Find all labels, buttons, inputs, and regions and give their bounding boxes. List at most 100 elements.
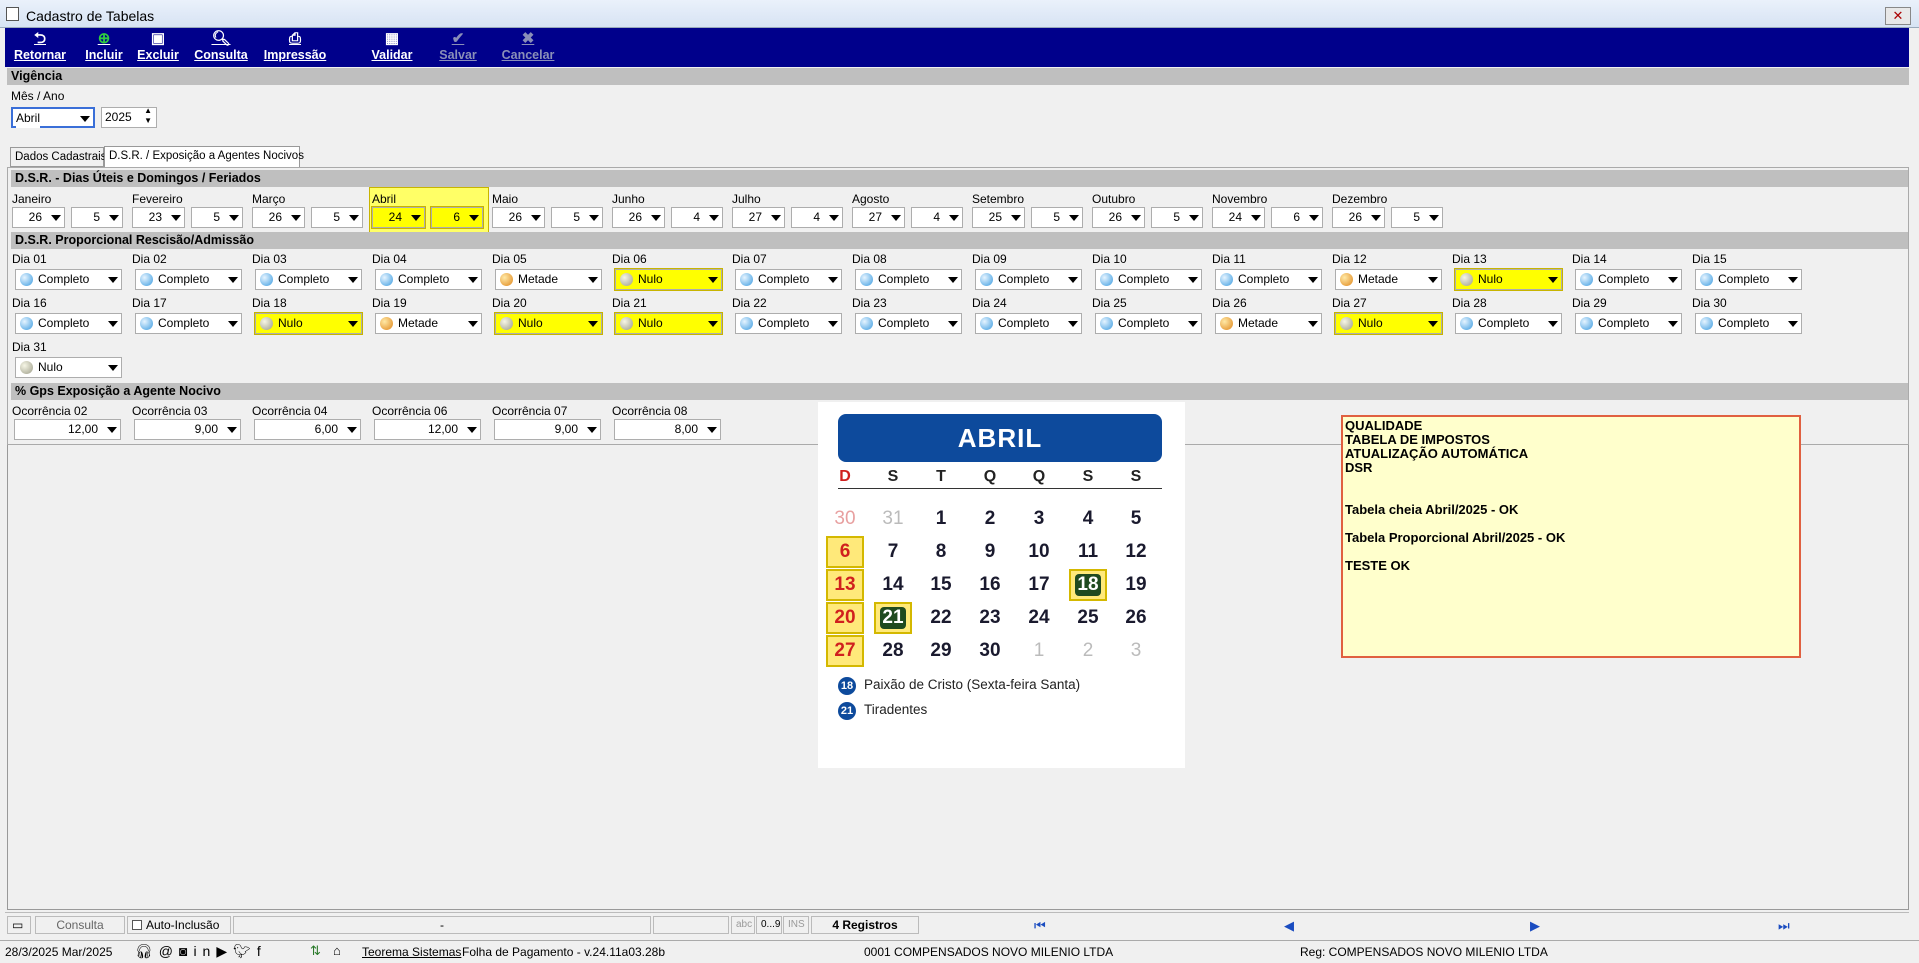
day-status-value: Completo (1598, 272, 1650, 286)
salvar-button[interactable]: ✔ Salvar (437, 30, 479, 66)
cancelar-button[interactable]: ✖ Cancelar (499, 30, 557, 66)
day-status-value: Completo (878, 272, 930, 286)
day-status-select[interactable]: Completo (15, 313, 122, 334)
retornar-button[interactable]: ⮌ Retornar (11, 30, 69, 66)
day-status-select[interactable]: Completo (735, 313, 842, 334)
day-status-select[interactable]: Metade (1335, 269, 1442, 290)
next-record-icon[interactable]: ▶ (1530, 918, 1540, 934)
day-status-select[interactable]: Nulo (494, 312, 603, 335)
previous-record-icon[interactable]: ◀ (1284, 918, 1294, 934)
day-status-select[interactable]: Completo (135, 269, 242, 290)
day-status-select[interactable]: Completo (375, 269, 482, 290)
day-status-select[interactable]: Completo (1695, 269, 1802, 290)
month-uteis-select[interactable]: 26 (12, 207, 65, 228)
month-uteis-select[interactable]: 23 (132, 207, 185, 228)
month-uteis-select[interactable]: 26 (612, 207, 665, 228)
month-domingos-select[interactable]: 5 (1151, 207, 1203, 228)
month-domingos-select[interactable]: 6 (430, 206, 484, 229)
day-status-select[interactable]: Nulo (1454, 268, 1563, 291)
day-status-select[interactable]: Completo (1575, 269, 1682, 290)
month-domingos-select[interactable]: 4 (671, 207, 723, 228)
day-status-select[interactable]: Completo (15, 269, 122, 290)
occurrence-select[interactable]: 12,00 (374, 419, 481, 440)
last-record-icon[interactable]: ⏭ (1778, 918, 1790, 934)
occurrence-select[interactable]: 9,00 (134, 419, 241, 440)
day-status-select[interactable]: Completo (1695, 313, 1802, 334)
consulta-button[interactable]: 🔍︎ Consulta (193, 30, 249, 66)
day-status-select[interactable]: Completo (855, 269, 962, 290)
day-status-select[interactable]: Metade (375, 313, 482, 334)
day-label: Dia 30 (1692, 296, 1727, 310)
calendar-day: 20 (826, 602, 864, 634)
tab-dsr-exposicao[interactable]: D.S.R. / Exposição a Agentes Nocivos (104, 146, 304, 167)
day-status-select[interactable]: Nulo (1334, 312, 1443, 335)
impressao-button[interactable]: ⎙ Impressão (262, 30, 328, 66)
day-status-select[interactable]: Completo (975, 313, 1082, 334)
month-uteis-select[interactable]: 26 (492, 207, 545, 228)
social-icons[interactable]: 🎧︎@◙in▶🐦︎f (135, 943, 267, 960)
day-status-value: Completo (1118, 272, 1170, 286)
teorema-link[interactable]: Teorema Sistemas (362, 945, 461, 959)
month-domingos-select[interactable]: 5 (1391, 207, 1443, 228)
day-status-select[interactable]: Completo (255, 269, 362, 290)
month-uteis-select[interactable]: 26 (1092, 207, 1145, 228)
day-status-select[interactable]: Nulo (614, 312, 723, 335)
year-spinner[interactable]: 2025 ▲ ▼ (101, 106, 157, 128)
day-status-select[interactable]: Nulo (254, 312, 363, 335)
occurrence-select[interactable]: 8,00 (614, 419, 721, 440)
close-button[interactable]: ✕ (1885, 7, 1911, 25)
day-status-select[interactable]: Completo (135, 313, 242, 334)
calendar-day: 26 (1125, 607, 1147, 628)
month-domingos-select[interactable]: 5 (191, 207, 243, 228)
incluir-button[interactable]: ⊕ Incluir (81, 30, 127, 66)
chevron-down-icon (348, 321, 358, 327)
month-domingos-select[interactable]: 5 (551, 207, 603, 228)
day-status-select[interactable]: Completo (1215, 269, 1322, 290)
day-status-select[interactable]: Completo (975, 269, 1082, 290)
day-status-select[interactable]: Completo (1455, 313, 1562, 334)
first-record-icon[interactable]: ⏮ (1034, 918, 1046, 934)
month-domingos-select[interactable]: 4 (791, 207, 843, 228)
month-uteis-select[interactable]: 24 (1212, 207, 1265, 228)
occurrence-select[interactable]: 9,00 (494, 419, 601, 440)
day-status-select[interactable]: Completo (855, 313, 962, 334)
month-domingos-select[interactable]: 5 (71, 207, 123, 228)
chevron-down-icon (349, 215, 359, 221)
month-domingos-select[interactable]: 5 (311, 207, 363, 228)
day-status-select[interactable]: Metade (1215, 313, 1322, 334)
month-uteis-select[interactable]: 25 (972, 207, 1025, 228)
month-domingos-value: 5 (1173, 210, 1180, 224)
day-status-select[interactable]: Completo (1575, 313, 1682, 334)
month-uteis-value: 24 (388, 210, 402, 224)
day-status-select[interactable]: Metade (495, 269, 602, 290)
day-status-select[interactable]: Completo (735, 269, 842, 290)
excluir-label: Excluir (137, 48, 179, 62)
weekday-label: S (1082, 468, 1094, 485)
occurrence-select[interactable]: 6,00 (254, 419, 361, 440)
month-uteis-select[interactable]: 26 (1332, 207, 1385, 228)
weekday-label: T (936, 468, 946, 485)
tab-dados-cadastrais[interactable]: Dados Cadastrais (10, 147, 106, 167)
chevron-down-icon (531, 215, 541, 221)
day-status-value: Completo (1718, 272, 1770, 286)
month-domingos-select[interactable]: 6 (1271, 207, 1323, 228)
month-uteis-select[interactable]: 24 (371, 206, 426, 229)
day-status-select[interactable]: Completo (1095, 313, 1202, 334)
month-uteis-select[interactable]: 27 (852, 207, 905, 228)
month-uteis-select[interactable]: 26 (252, 207, 305, 228)
year-value: 2025 (105, 110, 132, 124)
day-status-select[interactable]: Nulo (614, 268, 723, 291)
auto-inclusao-checkbox[interactable]: Auto-Inclusão (127, 916, 231, 934)
month-uteis-select[interactable]: 27 (732, 207, 785, 228)
school-icon: ⌂ (333, 943, 341, 958)
month-domingos-select[interactable]: 4 (911, 207, 963, 228)
day-status-select[interactable]: Completo (1095, 269, 1202, 290)
day-status-select[interactable]: Nulo (15, 357, 122, 378)
month-select[interactable]: Abril (11, 107, 95, 128)
validar-button[interactable]: ▦ Validar (369, 30, 415, 66)
check-icon: ✔ (451, 30, 465, 47)
month-domingos-select[interactable]: 5 (1031, 207, 1083, 228)
occurrence-select[interactable]: 12,00 (14, 419, 121, 440)
notes-box[interactable]: QUALIDADE TABELA DE IMPOSTOS ATUALIZAÇÃO A… (1341, 415, 1801, 658)
excluir-button[interactable]: ▣ Excluir (136, 30, 180, 66)
